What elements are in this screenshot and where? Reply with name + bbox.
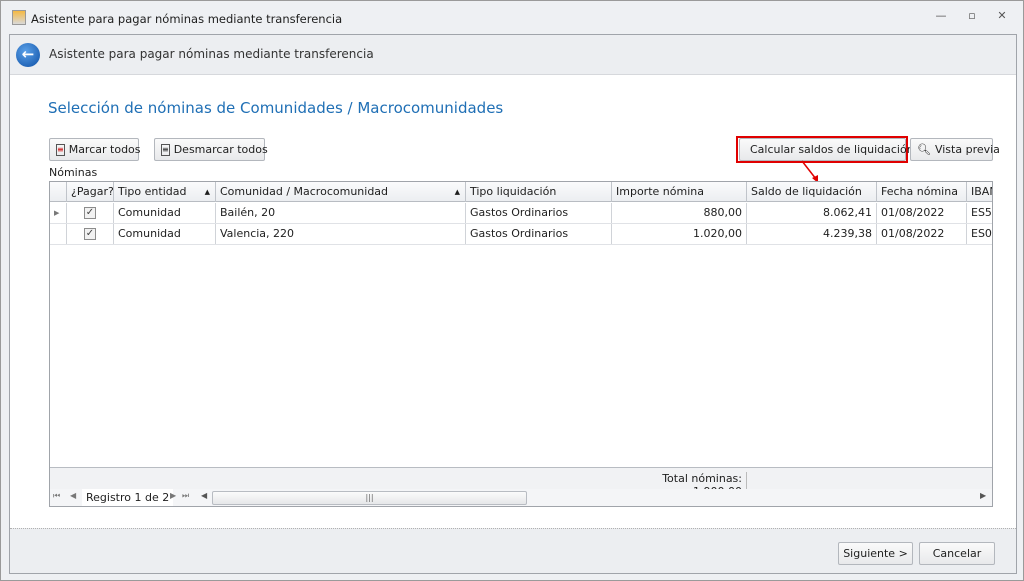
pagar-checkbox[interactable]: ✓ xyxy=(67,224,114,244)
checkmark-icon: ✓ xyxy=(84,228,96,240)
pagar-checkbox[interactable]: ✓ xyxy=(67,203,114,223)
first-record-icon[interactable]: ⏮ xyxy=(53,491,60,501)
scroll-right-icon[interactable]: ▶ xyxy=(980,491,986,500)
column-header-comunidad[interactable]: Comunidad / Macrocomunidad ▲ xyxy=(216,182,466,202)
wizard-header: ← Asistente para pagar nóminas mediante … xyxy=(10,35,1016,75)
column-header-fecha[interactable]: Fecha nómina xyxy=(877,182,967,202)
sort-ascending-icon: ▲ xyxy=(454,188,460,196)
cell-saldo: 4.239,38 xyxy=(747,224,877,244)
cell-saldo: 8.062,41 xyxy=(747,203,877,223)
grid-footer: Total nóminas: 1.900,00 xyxy=(50,467,992,498)
record-counter: Registro 1 de 2 xyxy=(82,489,174,506)
column-header-tipo-liquidacion[interactable]: Tipo liquidación xyxy=(466,182,612,202)
title-bar: Asistente para pagar nóminas mediante tr… xyxy=(1,1,1023,34)
cell-tipo-liquidacion: Gastos Ordinarios xyxy=(466,224,612,244)
column-header-tipo-entidad[interactable]: Tipo entidad ▲ xyxy=(114,182,216,202)
row-indicator-icon: ▶ xyxy=(50,203,67,223)
table-row[interactable]: ✓ Comunidad Valencia, 220 Gastos Ordinar… xyxy=(50,224,992,245)
scroll-left-icon[interactable]: ◀ xyxy=(201,491,207,500)
indicator-header xyxy=(50,182,67,202)
next-record-icon[interactable]: ▶ xyxy=(170,491,176,500)
cell-tipo-entidad: Comunidad xyxy=(114,224,216,244)
checkmark-icon: ✓ xyxy=(84,207,96,219)
cancel-button[interactable]: Cancelar xyxy=(919,542,995,565)
mark-all-button[interactable]: ≡ Marcar todos xyxy=(49,138,141,161)
preview-button[interactable]: 🔍︎ Vista previa xyxy=(910,138,1000,161)
wizard-footer: Siguiente > Cancelar xyxy=(10,528,1016,573)
section-title: Selección de nóminas de Comunidades / Ma… xyxy=(48,99,504,117)
cell-comunidad: Valencia, 220 xyxy=(216,224,466,244)
prev-record-icon[interactable]: ◀ xyxy=(70,491,76,500)
cell-comunidad: Bailén, 20 xyxy=(216,203,466,223)
wizard-frame: ← Asistente para pagar nóminas mediante … xyxy=(9,34,1017,574)
unmark-all-button[interactable]: ≡ Desmarcar todos xyxy=(154,138,268,161)
magnifier-icon: 🔍︎ xyxy=(917,143,931,156)
maximize-button[interactable]: ▫ xyxy=(962,9,982,25)
cell-importe: 880,00 xyxy=(612,203,747,223)
checklist-icon: ≡ xyxy=(56,143,65,156)
minimize-button[interactable]: — xyxy=(931,9,951,25)
cell-tipo-entidad: Comunidad xyxy=(114,203,216,223)
last-record-icon[interactable]: ⏭ xyxy=(182,491,189,501)
cell-fecha: 01/08/2022 xyxy=(877,203,967,223)
column-header-saldo[interactable]: Saldo de liquidación xyxy=(747,182,877,202)
grid-navigator: ⏮ ◀ Registro 1 de 2 ▶ ⏭ ◀ ||| ▶ xyxy=(50,489,992,506)
payroll-grid: ¿Pagar? Tipo entidad ▲ Comunidad / Macroc… xyxy=(49,181,993,507)
next-button[interactable]: Siguiente > xyxy=(838,542,913,565)
window: Asistente para pagar nóminas mediante tr… xyxy=(0,0,1024,581)
grid-header: ¿Pagar? Tipo entidad ▲ Comunidad / Macroc… xyxy=(50,182,992,202)
back-arrow-icon[interactable]: ← xyxy=(16,43,40,67)
sort-ascending-icon: ▲ xyxy=(204,188,210,196)
horizontal-scrollbar-thumb[interactable]: ||| xyxy=(212,491,527,505)
window-title: Asistente para pagar nóminas mediante tr… xyxy=(31,12,343,26)
close-button[interactable]: ✕ xyxy=(992,9,1012,25)
app-icon xyxy=(12,10,26,25)
cell-importe: 1.020,00 xyxy=(612,224,747,244)
cell-tipo-liquidacion: Gastos Ordinarios xyxy=(466,203,612,223)
checklist-icon: ≡ xyxy=(161,143,170,156)
cell-iban: ES50 xyxy=(967,203,992,223)
row-indicator xyxy=(50,224,67,244)
wizard-title: Asistente para pagar nóminas mediante tr… xyxy=(49,47,374,61)
grid-label: Nóminas xyxy=(49,166,98,179)
column-header-iban[interactable]: IBAN xyxy=(967,182,992,202)
cell-fecha: 01/08/2022 xyxy=(877,224,967,244)
column-header-pagar[interactable]: ¿Pagar? xyxy=(67,182,114,202)
cell-iban: ES04 xyxy=(967,224,992,244)
column-header-importe[interactable]: Importe nómina xyxy=(612,182,747,202)
table-row[interactable]: ▶ ✓ Comunidad Bailén, 20 Gastos Ordinari… xyxy=(50,203,992,224)
